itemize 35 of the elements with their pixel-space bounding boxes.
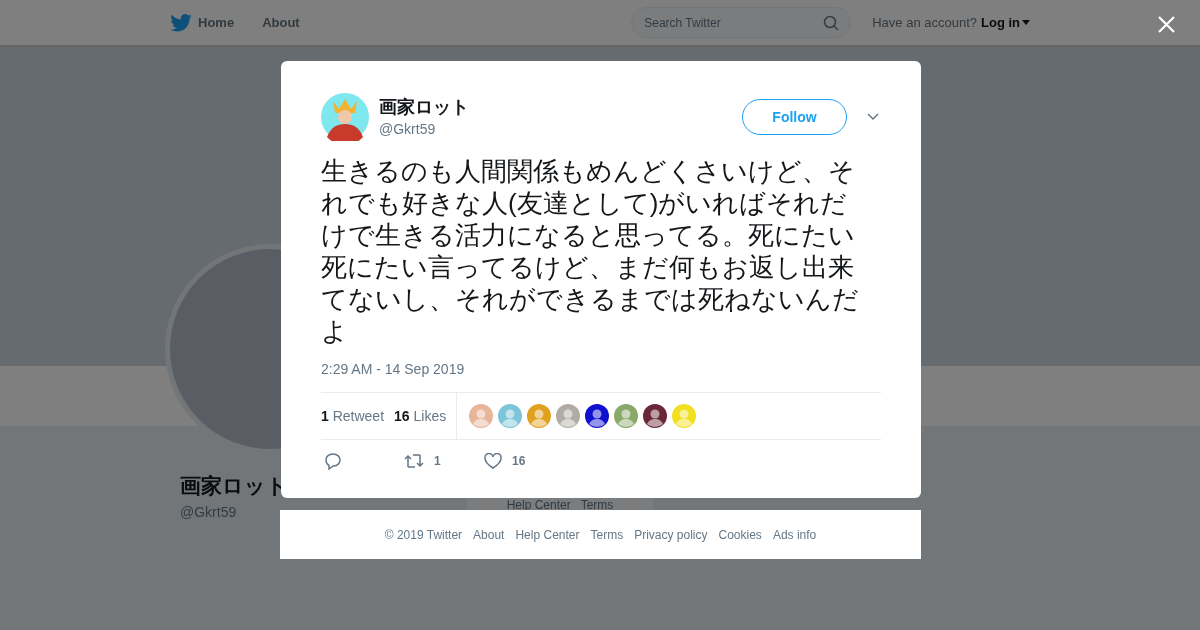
reply-icon (324, 452, 342, 470)
bird-logo-icon[interactable] (170, 13, 192, 32)
author-handle[interactable]: @Gkrt59 (379, 118, 469, 140)
footer-link[interactable]: Help Center (515, 525, 580, 544)
heart-icon (484, 453, 502, 469)
login-button[interactable]: Log in (981, 12, 1030, 33)
search-icon[interactable] (823, 15, 840, 31)
footer-link[interactable]: Terms (580, 498, 614, 512)
author-name[interactable]: 画家ロット (379, 94, 469, 119)
footer-link[interactable]: Ads info (772, 525, 817, 544)
footer-link[interactable]: Privacy policy (634, 525, 708, 544)
footer-link[interactable]: About (473, 525, 505, 544)
footer-link[interactable]: Terms (590, 525, 624, 544)
close-icon[interactable] (1158, 16, 1175, 33)
chevron-down-icon[interactable] (867, 113, 879, 121)
nav-link[interactable]: Home (198, 12, 235, 33)
profile-name: 画家ロット (180, 473, 288, 499)
account-prompt: Have an account? (872, 13, 977, 32)
stat-link[interactable]: 16 Likes (394, 405, 447, 427)
tweet-text: 生きるのも人間関係もめんどくさいけど、それでも好きな人(友達として)がいればそれだけで生きる活力になると思ってる。死にたい死にたい言ってるけど、まだ何もお返し出来てないし、それができるまでは死ねないんだよ (321, 155, 860, 347)
caret-icon (1022, 20, 1030, 25)
tweet-timestamp[interactable]: 2:29 AM - 14 Sep 2019 (321, 359, 881, 380)
nav-link[interactable]: About (262, 12, 300, 33)
stat-link[interactable]: 1 Retweet (321, 405, 385, 427)
liker-avatar[interactable] (585, 404, 610, 428)
retweet-icon (404, 453, 424, 469)
liker-avatar[interactable] (643, 404, 668, 428)
like-button[interactable]: 16 (484, 452, 564, 470)
footer-link[interactable]: Cookies (718, 525, 762, 544)
retweet-button[interactable]: 1 (404, 452, 484, 470)
profile-handle: @Gkrt59 (180, 502, 237, 522)
search-field[interactable]: Search Twitter (631, 7, 852, 38)
author-avatar[interactable] (321, 93, 369, 141)
copyright-text: © 2019 Twitter (384, 526, 463, 544)
footer-link[interactable]: Help Center (506, 498, 571, 512)
